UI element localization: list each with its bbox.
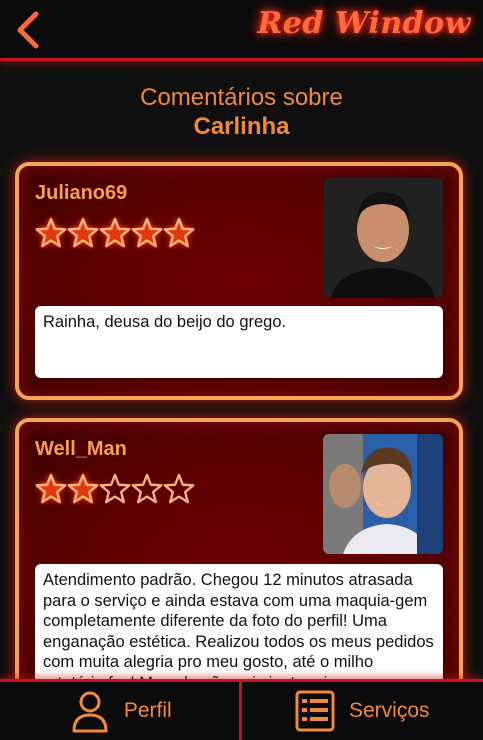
brand-logo: Red Window xyxy=(257,6,471,41)
review-card: Well_Man Atendimento padrão. Chegou 12 m… xyxy=(15,418,463,724)
reviewer-photo[interactable] xyxy=(323,434,443,554)
app-screen: Red Window Comentários sobre Carlinha Ju… xyxy=(0,0,483,740)
list-icon xyxy=(295,690,335,732)
back-button[interactable] xyxy=(12,10,46,50)
page-title-name: Carlinha xyxy=(193,113,290,140)
reviewer-photo[interactable] xyxy=(323,178,443,298)
header-bar: Red Window xyxy=(0,0,483,61)
avatar-photo-2 xyxy=(323,434,443,554)
star-filled-icon xyxy=(67,473,99,504)
star-filled-icon xyxy=(131,217,163,248)
star-filled-icon xyxy=(163,217,195,248)
star-empty-icon xyxy=(131,473,163,504)
page-title-line1: Comentários sobre xyxy=(140,84,343,111)
nav-servicos-label: Serviços xyxy=(348,699,430,722)
page-title: Comentários sobre Carlinha xyxy=(0,84,483,142)
star-filled-icon xyxy=(35,217,67,248)
nav-divider xyxy=(239,682,242,740)
reviewer-name[interactable]: Well_Man xyxy=(35,438,127,461)
bottom-nav: Perfil Serviços xyxy=(0,679,483,740)
rating-stars xyxy=(35,472,195,506)
review-card: Juliano69 Rainha, deusa do beijo do greg… xyxy=(15,162,463,400)
star-empty-icon xyxy=(163,473,195,504)
avatar-photo-1 xyxy=(323,178,443,298)
nav-perfil-label: Perfil xyxy=(123,699,172,722)
chevron-left-icon xyxy=(17,11,39,49)
user-icon xyxy=(72,691,108,733)
comment-text: Rainha, deusa do beijo do grego. xyxy=(35,306,443,378)
star-filled-icon xyxy=(99,217,131,248)
nav-perfil[interactable]: Perfil xyxy=(0,682,242,740)
star-empty-icon xyxy=(99,473,131,504)
star-filled-icon xyxy=(67,217,99,248)
nav-servicos[interactable]: Serviços xyxy=(242,682,483,740)
star-filled-icon xyxy=(35,473,67,504)
reviewer-name[interactable]: Juliano69 xyxy=(35,182,127,205)
rating-stars xyxy=(35,216,195,250)
